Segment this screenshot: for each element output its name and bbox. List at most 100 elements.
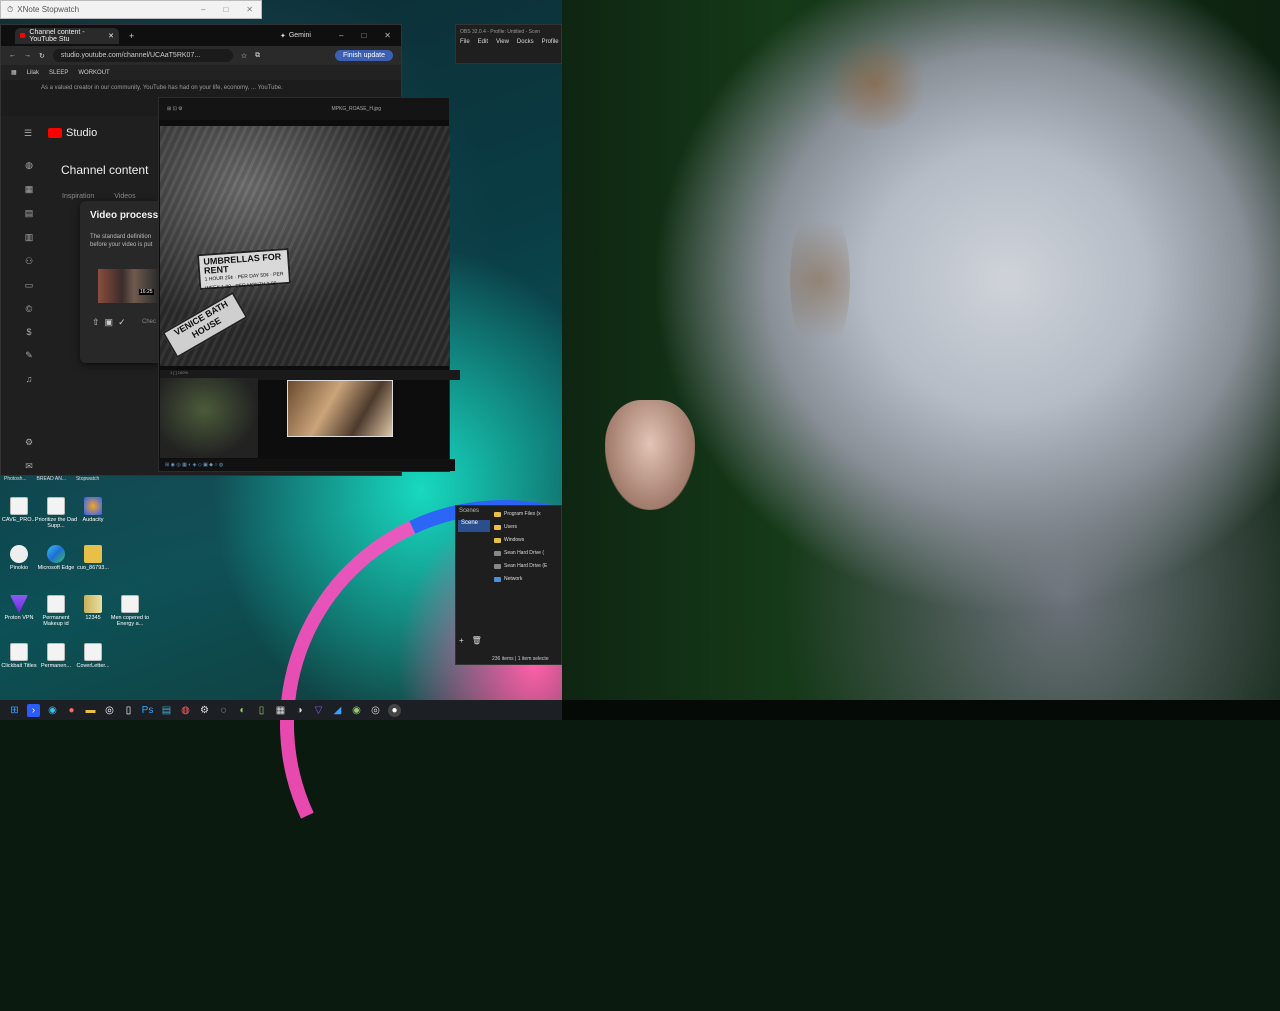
stopwatch-titlebar[interactable]: ⏱ XNote Stopwatch – □ ✕ [0, 0, 262, 19]
gemini-button[interactable]: ✦ Gemini [280, 32, 311, 40]
tab-videos[interactable]: Videos [114, 193, 135, 200]
app-icon[interactable]: ◎ [369, 704, 382, 717]
window-label[interactable]: BREAD AN... [37, 476, 66, 486]
studio-logo[interactable]: Studio [48, 127, 97, 139]
minimize-button[interactable]: – [339, 31, 343, 40]
extensions-icon[interactable]: ⧉ [255, 52, 260, 60]
notepad-icon[interactable]: ▤ [160, 704, 173, 717]
window-label[interactable]: Photosh... [4, 476, 27, 486]
tree-item[interactable]: Windows [494, 537, 564, 543]
finish-update-button[interactable]: Finish update [334, 50, 393, 61]
desktop-icon[interactable]: Men copered to Energy a... [107, 595, 153, 627]
menu-edit[interactable]: Edit [478, 39, 488, 45]
document-icon [47, 643, 65, 661]
menu-docks[interactable]: Docks [517, 39, 534, 45]
proton-vpn-icon[interactable]: ▽ [312, 704, 325, 717]
video-processing-dialog: Video processi The standard definition b… [80, 201, 161, 363]
studio-sidebar: ◍ ▦ ▤ ▥ ⚇ ▭ © $ ✎ ♫ ⚙ ✉ [18, 160, 40, 472]
menu-profile[interactable]: Profile [542, 39, 559, 45]
edge-icon [47, 545, 65, 563]
checkmark-icon[interactable]: ✓ [118, 317, 126, 328]
desktop-icon[interactable]: CoverLetter... [70, 643, 116, 669]
video-duration: 16:25 [139, 289, 154, 295]
scene-item[interactable]: Scene [458, 520, 490, 532]
avatar[interactable]: ◍ [25, 160, 33, 171]
app-icon[interactable]: ● [65, 704, 78, 717]
maximize-button[interactable]: □ [361, 31, 366, 40]
search-icon[interactable]: ◌ [217, 704, 230, 717]
close-button[interactable]: ✕ [384, 31, 391, 40]
reload-icon[interactable]: ↻ [39, 52, 45, 60]
upload-icon[interactable]: ⇧ [92, 317, 100, 328]
desktop-icon[interactable]: cuo_86793... [70, 545, 116, 571]
gear-icon[interactable]: ⚙ [198, 704, 211, 717]
app-icon[interactable]: ◍ [179, 704, 192, 717]
add-scene-button[interactable]: + [459, 636, 464, 645]
hd-icon[interactable]: ▣ [105, 317, 114, 328]
app-icon[interactable]: ◐ [236, 704, 249, 717]
forward-icon[interactable]: → [24, 52, 31, 59]
folder-icon [494, 511, 501, 517]
back-icon[interactable]: ← [9, 52, 16, 59]
dialog-description: The standard definition before your vide… [90, 234, 153, 248]
viewer-tools-icon[interactable]: ⊞ ⊡ ⚙ [167, 106, 183, 112]
analytics-icon[interactable]: ▥ [25, 232, 34, 243]
file-explorer-icon[interactable]: ▬ [84, 704, 97, 717]
community-icon[interactable]: ⚇ [25, 256, 33, 267]
menu-file[interactable]: File [460, 39, 470, 45]
edge-icon[interactable]: ◉ [46, 704, 59, 717]
app-icon[interactable]: ◉ [350, 704, 363, 717]
bookmark-lilak[interactable]: Lilak [27, 70, 39, 76]
content-icon[interactable]: ▤ [25, 208, 34, 219]
obs-icon[interactable]: ● [388, 703, 401, 717]
document-icon[interactable]: ▯ [255, 704, 268, 717]
tree-item[interactable]: Network [494, 576, 564, 582]
close-tab-icon[interactable]: ✕ [108, 32, 114, 40]
start-icon[interactable]: ⊞ [8, 704, 21, 717]
new-tab-button[interactable]: + [129, 31, 134, 41]
settings-icon[interactable]: ⚙ [25, 437, 33, 448]
dashboard-icon[interactable]: ▦ [25, 184, 34, 195]
url-input[interactable]: studio.youtube.com/channel/UCAaT5RK07... [52, 49, 233, 62]
bookmark-workout[interactable]: WORKOUT [78, 70, 109, 76]
feedback-icon[interactable]: ✉ [25, 461, 33, 472]
stopwatch-title: XNote Stopwatch [17, 5, 80, 14]
app-icon[interactable]: ◑ [293, 704, 306, 717]
copyright-icon[interactable]: © [26, 304, 33, 314]
checks-label: Chec [142, 319, 157, 325]
customization-icon[interactable]: ✎ [25, 350, 33, 361]
menu-icon[interactable]: ☰ [24, 128, 32, 139]
bookmarks-bar: ▦ Lilak SLEEP WORKOUT [1, 65, 401, 80]
desktop-icon[interactable]: Audacity [70, 497, 116, 523]
tree-item[interactable]: Sean Hard Drive ( [494, 550, 564, 556]
tree-item[interactable]: Program Files (x [494, 511, 564, 517]
subtitles-icon[interactable]: ▭ [25, 280, 34, 291]
chrome-icon[interactable]: ◎ [103, 704, 116, 717]
menu-view[interactable]: View [496, 39, 509, 45]
maximize-button[interactable]: □ [223, 5, 228, 14]
photoshop-icon[interactable]: Ps [141, 704, 154, 717]
window-label[interactable]: Stopwatch [76, 476, 99, 486]
app-icon[interactable]: ◢ [331, 704, 344, 717]
app-icon[interactable]: ▦ [274, 704, 287, 717]
remove-scene-button[interactable]: 🗑 [472, 636, 482, 645]
audio-library-icon[interactable]: ♫ [26, 374, 33, 384]
tab-inspiration[interactable]: Inspiration [62, 193, 94, 200]
webcam-preview-1 [160, 378, 258, 458]
minimize-button[interactable]: – [201, 5, 205, 14]
document-icon[interactable]: ▯ [122, 704, 135, 717]
close-button[interactable]: ✕ [246, 5, 253, 14]
tree-item[interactable]: Users [494, 524, 564, 530]
app-icon[interactable]: › [27, 703, 40, 717]
earn-icon[interactable]: $ [26, 327, 31, 337]
bookmark-sleep[interactable]: SLEEP [49, 70, 68, 76]
explorer-status: 236 items | 1 item selecte [492, 656, 549, 662]
nested-start-icon: ⊞ ◉ ◎ ▦ ◐ ◈ ◇ ▣ ◆ ○ ◍ [165, 462, 224, 468]
apps-icon[interactable]: ▦ [11, 69, 17, 76]
tab-channel-content[interactable]: Channel content - YouTube Stu ✕ [15, 27, 119, 44]
star-icon[interactable]: ☆ [241, 52, 247, 60]
video-thumbnail[interactable] [98, 269, 158, 303]
tree-item[interactable]: Sean Hard Drive (E [494, 563, 564, 569]
shirt-stain [790, 200, 850, 360]
drive-icon [494, 563, 501, 569]
